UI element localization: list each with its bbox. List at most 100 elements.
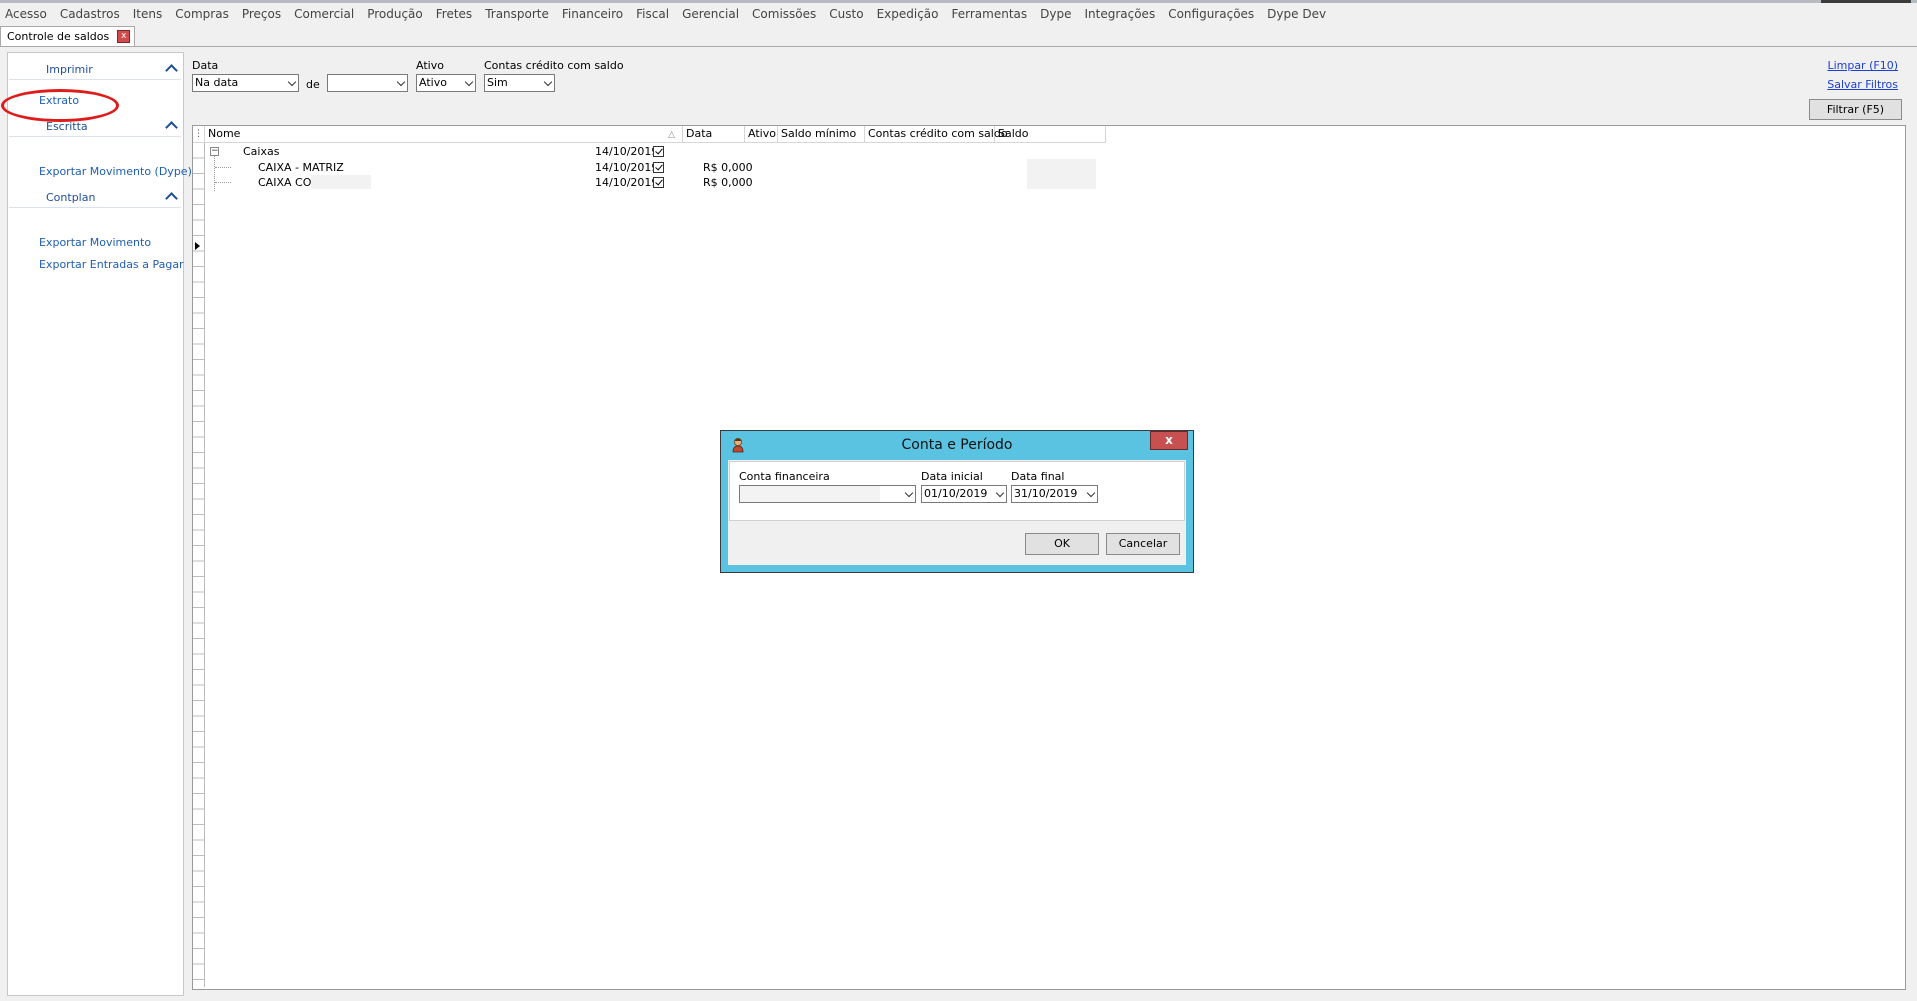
ativo-select-value: Ativo	[419, 76, 447, 89]
table-row-data[interactable]: 14/10/2019	[595, 176, 658, 189]
nav-group-imprimir[interactable]: Imprimir	[9, 60, 181, 80]
side-navigation: Imprimir Extrato Escritta Exportar Movim…	[7, 52, 192, 996]
grid-header: ⋮ Nome △ Data Ativo Saldo mínimo Contas …	[193, 126, 1106, 143]
menu-producao[interactable]: Produção	[361, 4, 430, 25]
limpar-link[interactable]: Limpar (F10)	[1827, 59, 1898, 72]
cancelar-button[interactable]: Cancelar	[1106, 533, 1180, 555]
window-caption-strip	[1821, 0, 1911, 3]
data-select-value: Na data	[195, 76, 239, 89]
close-icon[interactable]: x	[1150, 431, 1188, 450]
salvar-filtros-link[interactable]: Salvar Filtros	[1827, 78, 1898, 91]
contas-credito-select[interactable]: Sim	[484, 74, 555, 92]
contas-credito-value: Sim	[487, 76, 508, 89]
data-final-value: 31/10/2019	[1014, 487, 1078, 500]
col-header-saldo-minimo[interactable]: Saldo mínimo	[778, 126, 865, 142]
ativo-checkbox[interactable]	[653, 177, 664, 188]
nav-group-label: Imprimir	[46, 63, 93, 76]
chevron-up-icon[interactable]	[165, 192, 178, 205]
chevron-down-icon	[464, 77, 474, 87]
menu-acesso[interactable]: Acesso	[0, 4, 54, 25]
chevron-down-icon	[543, 77, 553, 87]
row-selector-column[interactable]	[193, 143, 205, 987]
conta-financeira-select[interactable]	[739, 485, 916, 503]
top-border	[0, 0, 1917, 3]
menu-itens[interactable]: Itens	[127, 4, 169, 25]
ativo-select[interactable]: Ativo	[416, 74, 476, 92]
ativo-checkbox[interactable]	[653, 146, 664, 157]
menu-comissoes[interactable]: Comissões	[746, 4, 823, 25]
data-select[interactable]: Na data	[192, 74, 299, 92]
ativo-checkbox[interactable]	[653, 162, 664, 173]
menu-dype[interactable]: Dype	[1034, 4, 1078, 25]
conta-financeira-label: Conta financeira	[739, 470, 830, 483]
close-icon[interactable]: x	[117, 30, 131, 43]
nav-group-label: Escritta	[46, 120, 88, 133]
dialog-title: Conta e Período	[901, 437, 1013, 453]
collapse-icon[interactable]: −	[210, 147, 219, 156]
menu-dype-dev[interactable]: Dype Dev	[1261, 4, 1333, 25]
chevron-down-icon	[396, 77, 406, 87]
sort-ascending-icon: △	[668, 130, 675, 140]
menu-integracoes[interactable]: Integrações	[1078, 4, 1162, 25]
column-chooser-icon[interactable]: ⋮	[193, 126, 205, 142]
col-header-ativo[interactable]: Ativo	[745, 126, 778, 142]
menu-cadastros[interactable]: Cadastros	[54, 4, 127, 25]
col-header-contas-credito[interactable]: Contas crédito com saldo	[865, 126, 1008, 142]
filtrar-button[interactable]: Filtrar (F5)	[1809, 99, 1902, 120]
ok-button[interactable]: OK	[1025, 533, 1099, 555]
col-header-label: Nome	[208, 127, 241, 140]
tab-strip: Controle de saldos x	[0, 26, 1917, 47]
table-row-nome[interactable]: CAIXA - MATRIZ	[258, 161, 344, 174]
nav-group-escritta[interactable]: Escritta	[9, 117, 181, 137]
ativo-label: Ativo	[416, 59, 444, 72]
table-row-data[interactable]: 14/10/2019	[595, 145, 658, 158]
menu-comercial[interactable]: Comercial	[288, 4, 361, 25]
redacted-block	[1027, 159, 1096, 189]
de-label: de	[306, 78, 320, 91]
data-final-label: Data final	[1011, 470, 1065, 483]
menu-precos[interactable]: Preços	[236, 4, 288, 25]
nav-link-exportar-entradas-a-pagar[interactable]: Exportar Entradas a Pagar	[39, 258, 184, 271]
tree-line	[214, 155, 215, 191]
chevron-up-icon[interactable]	[165, 121, 178, 134]
menu-configuracoes[interactable]: Configurações	[1162, 4, 1261, 25]
menu-transporte[interactable]: Transporte	[479, 4, 556, 25]
menu-fretes[interactable]: Fretes	[430, 4, 479, 25]
col-header-saldo[interactable]: Saldo	[995, 126, 1106, 142]
nav-link-exportar-movimento-dype[interactable]: Exportar Movimento (Dype)	[39, 165, 192, 178]
menu-expedicao[interactable]: Expedição	[871, 4, 946, 25]
menu-financeiro[interactable]: Financeiro	[556, 4, 630, 25]
chevron-up-icon[interactable]	[165, 64, 178, 77]
data-inicial-picker[interactable]: 01/10/2019	[921, 485, 1007, 503]
menu-ferramentas[interactable]: Ferramentas	[946, 4, 1035, 25]
tree-line	[215, 182, 231, 183]
table-row-saldo-minimo[interactable]: R$ 0,000	[703, 161, 753, 174]
nav-link-extrato[interactable]: Extrato	[39, 94, 79, 107]
nav-group-label: Contplan	[46, 191, 96, 204]
tab-controle-de-saldos[interactable]: Controle de saldos x	[0, 26, 136, 46]
col-header-nome[interactable]: Nome △	[205, 126, 683, 142]
de-date-select[interactable]	[327, 74, 408, 92]
data-final-picker[interactable]: 31/10/2019	[1011, 485, 1098, 503]
tree-line	[215, 167, 231, 168]
conta-periodo-dialog: Conta e Período x Conta financeira Data …	[720, 430, 1194, 573]
table-row-data[interactable]: 14/10/2019	[595, 161, 658, 174]
menu-bar: Acesso Cadastros Itens Compras Preços Co…	[0, 4, 1917, 25]
tab-label: Controle de saldos	[7, 30, 110, 43]
chevron-down-icon	[904, 488, 914, 498]
table-row-nome[interactable]: Caixas	[243, 145, 279, 158]
col-header-data[interactable]: Data	[683, 126, 745, 142]
nav-link-exportar-movimento[interactable]: Exportar Movimento	[39, 236, 151, 249]
redacted-block	[311, 175, 371, 189]
data-label: Data	[192, 59, 219, 72]
menu-custo[interactable]: Custo	[823, 4, 870, 25]
menu-compras[interactable]: Compras	[169, 4, 236, 25]
data-inicial-value: 01/10/2019	[924, 487, 988, 500]
chevron-down-icon	[1086, 488, 1096, 498]
table-row-saldo-minimo[interactable]: R$ 0,000	[703, 176, 753, 189]
dialog-fields-panel: Conta financeira Data inicial 01/10/2019…	[729, 461, 1185, 521]
nav-group-contplan[interactable]: Contplan	[9, 188, 181, 208]
menu-fiscal[interactable]: Fiscal	[630, 4, 676, 25]
dialog-body: Conta financeira Data inicial 01/10/2019…	[728, 460, 1186, 565]
menu-gerencial[interactable]: Gerencial	[676, 4, 746, 25]
